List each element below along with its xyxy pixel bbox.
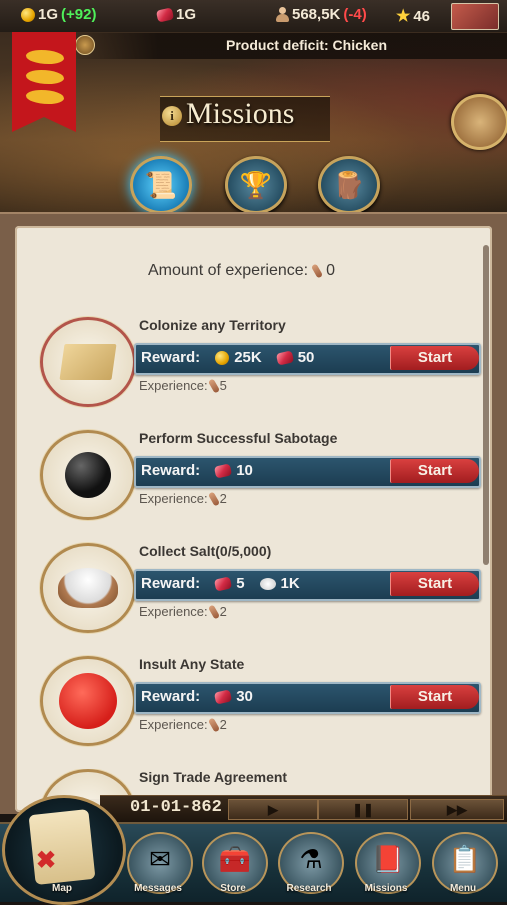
deficit-coin-icon [75, 35, 95, 55]
nav-missions-label: Missions [364, 883, 408, 894]
population-icon [275, 7, 289, 22]
fast-forward-button[interactable]: ▶▶ [410, 799, 504, 820]
ruby-icon [155, 6, 175, 23]
mission-book-icon: 📕 [371, 844, 405, 874]
lion-icon [26, 90, 64, 104]
ruby-icon [214, 688, 233, 705]
experience-icon [310, 263, 324, 279]
lion-icon [26, 50, 64, 64]
page-title: Missions [186, 97, 295, 130]
start-button[interactable]: Start [390, 459, 479, 483]
ruby-resource[interactable]: 1G [155, 6, 196, 23]
mission-icon-frame [40, 430, 136, 520]
mission-icon-frame [40, 317, 136, 407]
ruby-icon [214, 462, 233, 479]
angry-face-icon [59, 673, 117, 729]
nav-research-label: Research [286, 883, 332, 894]
mission-icon-frame [40, 543, 136, 633]
bomb-icon [65, 452, 111, 498]
rating-resource[interactable]: ★ 46 [396, 6, 430, 26]
game-date: 01-01-862 [130, 798, 222, 817]
treasure-chest-icon: 🧰 [218, 844, 252, 874]
potion-flask-icon: ⚗ [299, 844, 323, 874]
reward-bar: Reward: 25K 50 Start [134, 343, 481, 375]
nav-map-label: Map [52, 883, 72, 894]
nav-messages-label: Messages [134, 883, 182, 894]
menu-board-icon: 📋 [448, 844, 482, 874]
envelope-icon: ✉ [149, 844, 171, 874]
mission-title: Perform Successful Sabotage [139, 430, 338, 446]
mission-sabotage: Perform Successful Sabotage Reward: 10 S… [40, 430, 490, 530]
scroll-icon: 📜 [144, 170, 178, 200]
mission-experience: Experience: 2 [139, 490, 227, 507]
experience-icon [207, 377, 220, 394]
play-button[interactable]: ▶ [228, 799, 318, 820]
mission-icon-frame [40, 656, 136, 746]
experience-icon [207, 716, 220, 733]
tab-scrolls[interactable]: 📜 [130, 156, 192, 214]
salt-bowl-icon [58, 568, 118, 608]
population-resource[interactable]: 568,5K (-4) [275, 6, 367, 23]
country-flag[interactable] [12, 32, 76, 132]
start-button[interactable]: Start [390, 346, 479, 370]
reward-bar: Reward: 5 1K Start [134, 569, 481, 601]
gold-resource[interactable]: 1G (+92) [21, 6, 96, 23]
mission-experience: Experience: 2 [139, 603, 227, 620]
mission-collect-salt: Collect Salt(0/5,000) Reward: 5 1K Start… [40, 543, 490, 643]
tab-resources[interactable]: 🪵 [318, 156, 380, 214]
info-icon[interactable]: i [162, 106, 182, 126]
reward-bar: Reward: 10 Start [134, 456, 481, 488]
pause-button[interactable]: ❚❚ [318, 799, 408, 820]
lion-icon [26, 70, 64, 84]
experience-total: Amount of experience: 0 [148, 262, 335, 279]
gold-coin-icon [215, 350, 230, 365]
ruby-icon [214, 575, 233, 592]
mission-insult-state: Insult Any State Reward: 30 Start Experi… [40, 656, 490, 756]
experience-icon [207, 490, 220, 507]
tab-trophy[interactable]: 🏆 [225, 156, 287, 214]
experience-icon [207, 603, 220, 620]
mission-experience: Experience: 5 [139, 377, 227, 394]
mission-colonize: Colonize any Territory Reward: 25K 50 St… [40, 317, 490, 417]
trophy-icon: 🏆 [239, 170, 273, 200]
mission-title: Insult Any State [139, 656, 245, 672]
mission-title: Collect Salt(0/5,000) [139, 543, 272, 559]
ruler-avatar[interactable] [451, 3, 499, 30]
reward-bar: Reward: 30 Start [134, 682, 481, 714]
nav-menu-label: Menu [449, 883, 477, 894]
gold-coin-icon [21, 7, 35, 22]
nav-store-label: Store [220, 883, 246, 894]
map-book-button[interactable] [451, 94, 507, 150]
salt-icon [259, 577, 276, 590]
star-icon: ★ [396, 8, 411, 25]
map-flag-icon [59, 344, 117, 380]
resource-bar: 1G (+92) 1G 568,5K (-4) ★ 46 [0, 0, 507, 33]
start-button[interactable]: Start [390, 572, 479, 596]
mission-experience: Experience: 2 [139, 716, 227, 733]
resources-icon: 🪵 [332, 170, 366, 200]
ruby-icon [275, 349, 294, 366]
mission-title: Colonize any Territory [139, 317, 286, 333]
map-x-mark-icon: ✖ [36, 847, 57, 874]
start-button[interactable]: Start [390, 685, 479, 709]
deficit-text: Product deficit: Chicken [226, 37, 388, 53]
mission-title: Sign Trade Agreement [139, 769, 288, 785]
